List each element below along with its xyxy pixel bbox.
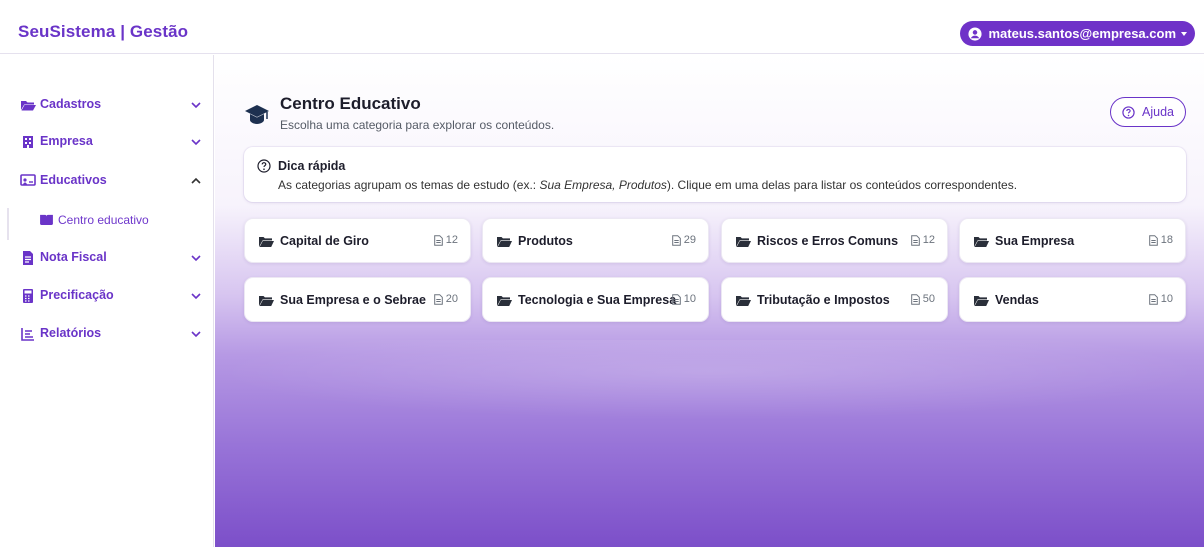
caret-down-icon — [1181, 31, 1187, 36]
chevron-down-icon — [191, 255, 201, 262]
folder-open-icon — [259, 296, 274, 306]
category-card-sua-empresa-e-o-sebrae[interactable]: Sua Empresa e o Sebrae 20 — [244, 277, 471, 322]
category-card-capital-de-giro[interactable]: Capital de Giro 12 — [244, 218, 471, 263]
invoice-icon — [23, 251, 33, 265]
brand-title[interactable]: SeuSistema | Gestão — [18, 22, 188, 42]
folder-open-icon — [974, 237, 989, 247]
chart-icon — [21, 328, 34, 341]
category-name: Tributação e Impostos — [757, 293, 890, 307]
document-icon — [910, 234, 920, 246]
category-name: Tecnologia e Sua Empresa — [518, 293, 677, 307]
document-icon — [910, 293, 920, 305]
category-count: 12 — [433, 234, 458, 246]
category-name: Vendas — [995, 293, 1039, 307]
tip-title: Dica rápida — [278, 159, 346, 173]
folder-open-icon — [259, 237, 274, 247]
help-button[interactable]: Ajuda — [1110, 97, 1186, 127]
sidebar-item-label: Cadastros — [40, 97, 102, 111]
category-card-produtos[interactable]: Produtos 29 — [482, 218, 709, 263]
category-name: Sua Empresa e o Sebrae — [280, 293, 426, 307]
document-icon — [433, 293, 443, 305]
folder-open-icon — [736, 296, 751, 306]
chevron-down-icon — [191, 102, 201, 109]
calculator-icon — [23, 289, 33, 303]
sidebar-item-nota-fiscal[interactable]: Nota Fiscal — [0, 246, 214, 270]
folder-open-icon — [21, 101, 36, 111]
page-subtitle: Escolha uma categoria para explorar os c… — [280, 118, 555, 132]
category-count: 29 — [671, 234, 696, 246]
chevron-up-icon — [191, 177, 201, 184]
folder-open-icon — [497, 296, 512, 306]
category-count: 18 — [1148, 234, 1173, 246]
document-icon — [1148, 293, 1158, 305]
sidebar-item-label: Nota Fiscal — [40, 250, 107, 264]
sidebar-item-educativos[interactable]: Educativos — [0, 169, 214, 193]
category-count: 20 — [433, 293, 458, 305]
page-title: Centro Educativo — [280, 94, 421, 113]
sidebar-item-empresa[interactable]: Empresa — [0, 130, 214, 154]
document-icon — [671, 234, 681, 246]
document-icon — [433, 234, 443, 246]
graduation-cap-icon — [245, 105, 269, 124]
sidebar-item-label: Relatórios — [40, 326, 102, 340]
quick-tip-panel: Dica rápida As categorias agrupam os tem… — [244, 147, 1186, 202]
category-card-sua-empresa[interactable]: Sua Empresa 18 — [959, 218, 1186, 263]
sidebar-item-label: Precificação — [40, 288, 114, 302]
sidebar-subitem-label: Centro educativo — [58, 213, 149, 227]
question-circle-icon — [1122, 105, 1135, 119]
main-content: Centro Educativo Escolha uma categoria p… — [215, 55, 1204, 547]
sidebar-item-precificacao[interactable]: Precificação — [0, 284, 214, 308]
help-button-label: Ajuda — [1142, 105, 1174, 119]
category-count: 12 — [910, 234, 935, 246]
category-name: Capital de Giro — [280, 234, 369, 248]
category-name: Riscos e Erros Comuns — [757, 234, 899, 248]
document-icon — [671, 293, 681, 305]
category-count: 10 — [1148, 293, 1173, 305]
tip-example: Sua Empresa, Produtos — [539, 178, 667, 192]
user-email: mateus.santos@empresa.com — [988, 26, 1176, 41]
category-card-tributacao-e-impostos[interactable]: Tributação e Impostos 50 — [721, 277, 948, 322]
question-circle-icon — [257, 159, 271, 173]
user-circle-icon — [968, 26, 983, 41]
book-open-icon — [40, 214, 53, 225]
sidebar-item-cadastros[interactable]: Cadastros — [0, 93, 214, 117]
folder-open-icon — [974, 296, 989, 306]
category-count: 10 — [671, 293, 696, 305]
sidebar-subitem-centro-educativo[interactable]: Centro educativo — [0, 209, 214, 231]
building-icon — [23, 136, 33, 148]
sidebar-item-relatorios[interactable]: Relatórios — [0, 322, 214, 346]
sidebar: Cadastros Empresa Educativos Centro educ… — [0, 55, 214, 547]
sidebar-item-label: Educativos — [40, 173, 107, 187]
sidebar-item-label: Empresa — [40, 134, 93, 148]
top-navbar: SeuSistema | Gestão mateus.santos@empres… — [0, 0, 1204, 54]
document-icon — [1148, 234, 1158, 246]
folder-open-icon — [497, 237, 512, 247]
chevron-down-icon — [191, 331, 201, 338]
chevron-down-icon — [191, 293, 201, 300]
chalkboard-icon — [20, 174, 36, 186]
category-card-tecnologia-e-sua-empresa[interactable]: Tecnologia e Sua Empresa 10 — [482, 277, 709, 322]
folder-open-icon — [736, 237, 751, 247]
chevron-down-icon — [191, 139, 201, 146]
category-name: Produtos — [518, 234, 573, 248]
category-count: 50 — [910, 293, 935, 305]
category-card-vendas[interactable]: Vendas 10 — [959, 277, 1186, 322]
category-card-riscos-e-erros-comuns[interactable]: Riscos e Erros Comuns 12 — [721, 218, 948, 263]
category-name: Sua Empresa — [995, 234, 1075, 248]
tip-text: As categorias agrupam os temas de estudo… — [278, 178, 1018, 192]
user-menu-button[interactable]: mateus.santos@empresa.com — [960, 21, 1195, 46]
